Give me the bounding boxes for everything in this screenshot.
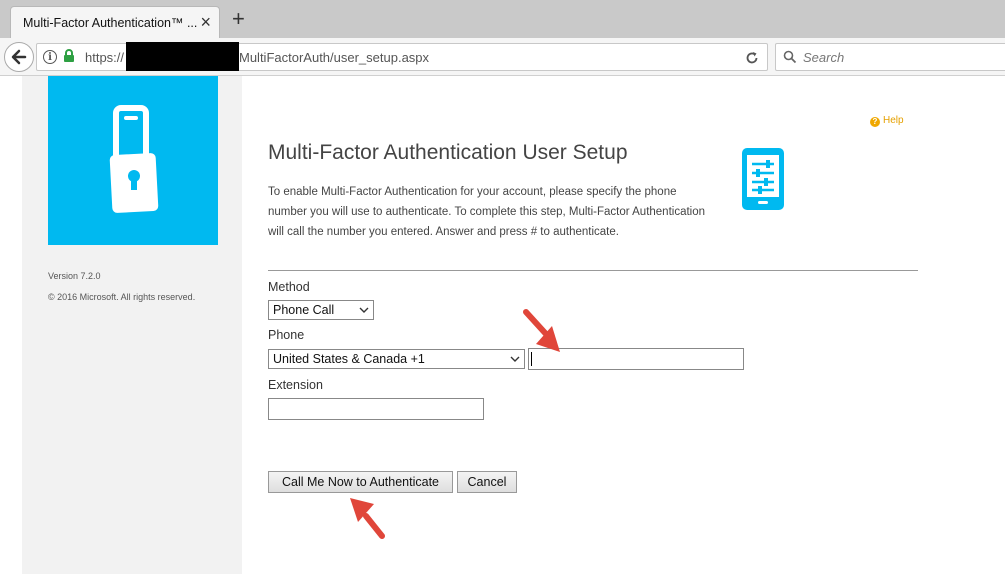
back-arrow-icon: [11, 49, 27, 65]
navigation-bar: i https:// MultiFactorAuth/user_setup.as…: [0, 38, 1005, 76]
url-path: MultiFactorAuth/user_setup.aspx: [239, 50, 430, 65]
version-label: Version 7.2.0: [48, 271, 101, 281]
reload-icon[interactable]: [745, 51, 759, 65]
country-code-value: United States & Canada +1: [273, 352, 425, 366]
extension-label: Extension: [268, 378, 323, 392]
close-tab-icon[interactable]: ×: [200, 12, 211, 32]
annotation-arrow-icon: [523, 309, 560, 352]
search-icon: [783, 50, 797, 64]
back-button[interactable]: [4, 42, 34, 72]
method-select[interactable]: Phone Call: [268, 300, 374, 320]
help-label: Help: [883, 115, 904, 126]
sidebar: Version 7.2.0 © 2016 Microsoft. All righ…: [22, 76, 242, 574]
country-code-select[interactable]: United States & Canada +1: [268, 349, 525, 369]
chevron-down-icon: [510, 356, 520, 362]
call-me-now-button[interactable]: Call Me Now to Authenticate: [268, 471, 453, 493]
padlock-phone-icon: [109, 105, 159, 213]
browser-tab[interactable]: Multi-Factor Authentication™ ... ×: [10, 6, 220, 38]
extension-input[interactable]: [268, 398, 484, 420]
divider: [268, 270, 918, 271]
logo-tile: [48, 76, 218, 245]
tab-title: Multi-Factor Authentication™ ...: [23, 16, 198, 30]
help-icon: ?: [870, 117, 880, 127]
help-link[interactable]: ? Help: [870, 115, 904, 127]
new-tab-button[interactable]: +: [232, 8, 245, 30]
tab-strip: Multi-Factor Authentication™ ... × +: [0, 0, 1005, 38]
page-title: Multi-Factor Authentication User Setup: [268, 141, 628, 164]
settings-phone-icon: [742, 148, 784, 210]
method-label: Method: [268, 280, 310, 294]
lock-icon[interactable]: [63, 49, 75, 63]
cancel-button[interactable]: Cancel: [457, 471, 517, 493]
search-bar[interactable]: Search: [775, 43, 1005, 71]
phone-label: Phone: [268, 328, 305, 342]
redacted-domain: [126, 42, 239, 71]
search-placeholder: Search: [803, 50, 845, 65]
info-icon[interactable]: i: [43, 50, 57, 64]
method-select-value: Phone Call: [273, 303, 335, 317]
annotation-arrow-icon: [350, 498, 385, 539]
address-bar[interactable]: i https:// MultiFactorAuth/user_setup.as…: [36, 42, 768, 71]
copyright-label: © 2016 Microsoft. All rights reserved.: [48, 292, 196, 302]
url-prefix: https://: [85, 50, 125, 65]
chevron-down-icon: [359, 307, 369, 313]
setup-description: To enable Multi-Factor Authentication fo…: [268, 186, 706, 238]
